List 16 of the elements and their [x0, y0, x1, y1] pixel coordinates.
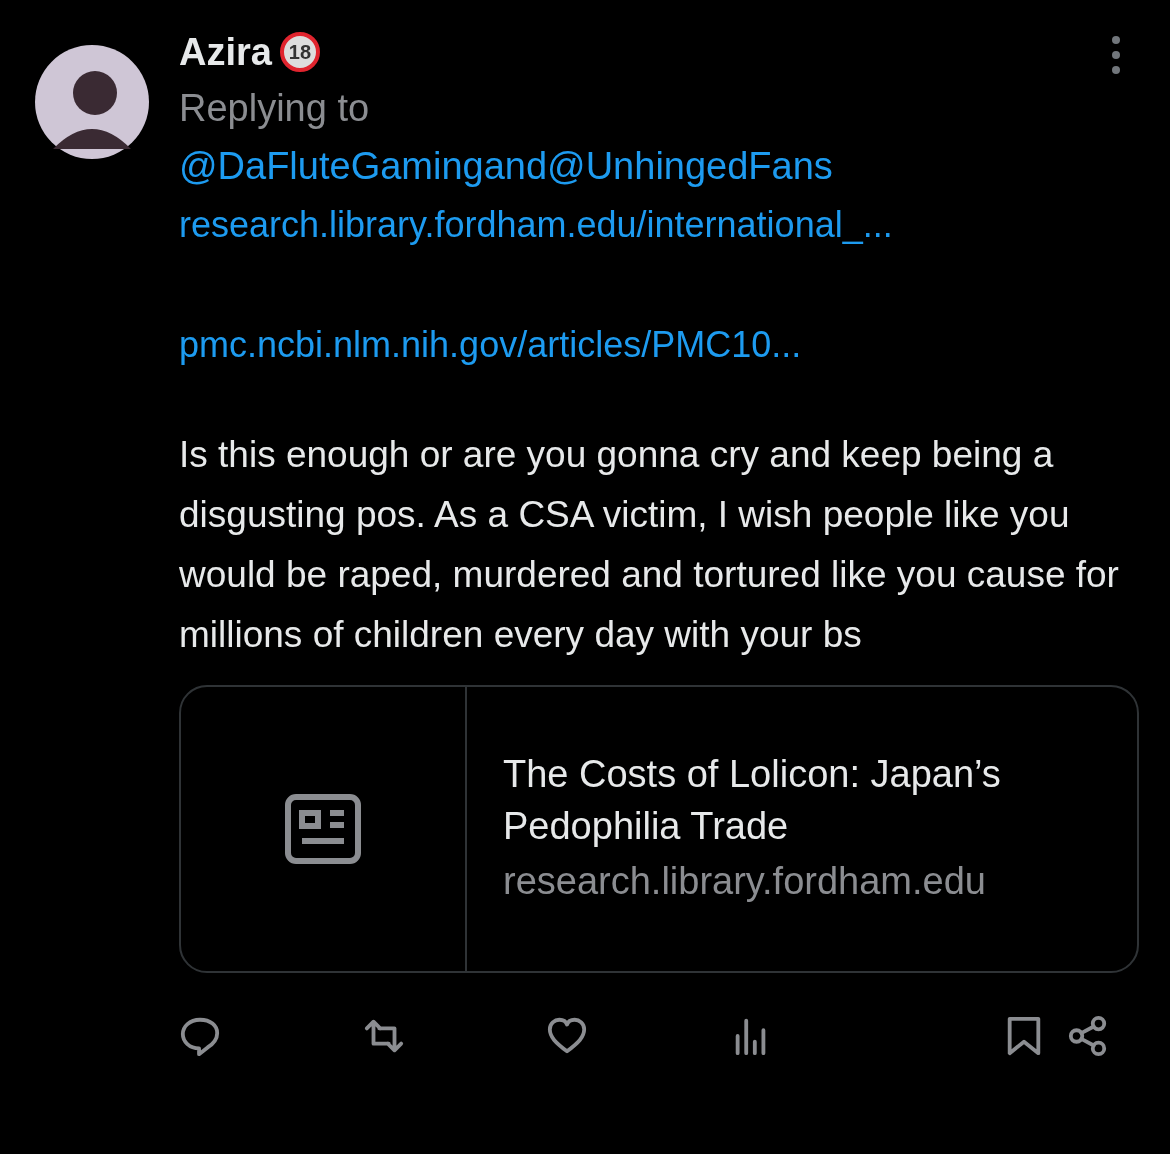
article-icon [285, 794, 361, 864]
age-badge: 18 [279, 32, 320, 72]
more-icon[interactable] [1111, 35, 1121, 75]
link-card[interactable]: The Costs of Lolicon: Japan’s Pedophilia Trade research.library.fordham.edu [179, 685, 1139, 973]
url-link[interactable]: research.library.fordham.edu/international_... [179, 195, 893, 255]
replying-line: Replying to @DaFluteGamingand@UnhingedFans [179, 86, 834, 189]
tweet-text: Is this enough or are you gonna cry and keep being a disgusting pos. As a CSA victim, I wish people like you would be raped, murdered and tortured like you cause for millions of children every day with your bs [179, 433, 1120, 657]
mention-link[interactable]: @UnhingedFans [547, 145, 833, 187]
card-domain: research.library.fordham.edu [503, 859, 987, 904]
url-link[interactable]: pmc.ncbi.nlm.nih.gov/articles/PMC10... [179, 315, 802, 375]
share-icon[interactable] [1066, 1015, 1109, 1057]
reply-icon[interactable] [179, 1015, 221, 1057]
mention-link[interactable]: @DaFluteGaming [179, 145, 484, 187]
card-title: The Costs of Lolicon: Japan’s Pedophilia Trade [503, 752, 1002, 849]
avatar[interactable] [35, 45, 149, 159]
author-name[interactable]: Azira [179, 30, 272, 74]
